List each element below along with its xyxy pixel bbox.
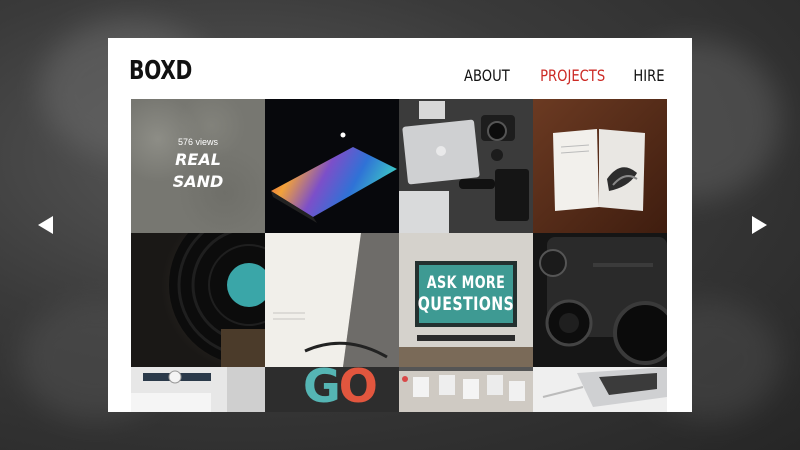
project-tile-macbook[interactable]	[533, 367, 667, 412]
project-tile-go-sign[interactable]: GO	[265, 367, 399, 412]
go-sign-text: GO	[303, 367, 378, 412]
project-tile-rainbow-laptop[interactable]	[265, 99, 399, 233]
pinboard-image	[399, 367, 533, 412]
site-logo[interactable]: BOXD	[129, 56, 192, 86]
poster-line-2: QUESTIONS	[417, 293, 515, 315]
project-tile-magazine[interactable]	[265, 233, 399, 367]
prev-arrow-icon[interactable]	[38, 216, 53, 234]
project-tile-desk-gear[interactable]	[399, 99, 533, 233]
view-count: 576 views	[177, 137, 219, 147]
project-tile-pinboard[interactable]	[399, 367, 533, 412]
project-title: SAND	[172, 172, 224, 191]
project-tile-open-book[interactable]	[533, 99, 667, 233]
macbook-image	[533, 367, 667, 412]
project-tile-ask-more-questions[interactable]: ASK MORE QUESTIONS	[399, 233, 533, 367]
camera-image	[533, 233, 667, 367]
site-window: BOXD ABOUT PROJECTS HIRE 576 views REAL …	[108, 38, 692, 412]
project-title: REAL	[175, 150, 221, 169]
laptop-image	[271, 132, 397, 223]
main-nav: ABOUT PROJECTS HIRE	[459, 66, 668, 85]
magazine-image	[265, 233, 399, 367]
go-letter-o: O	[338, 367, 378, 412]
nav-about[interactable]: ABOUT	[464, 66, 510, 85]
nav-hire[interactable]: HIRE	[633, 66, 664, 85]
poster-line-1: ASK MORE	[426, 273, 506, 293]
watch-image	[131, 367, 265, 412]
nav-projects[interactable]: PROJECTS	[540, 66, 605, 85]
project-tile-watch-keyboard[interactable]	[131, 367, 265, 412]
project-tile-camera[interactable]	[533, 233, 667, 367]
project-tile-real-sand[interactable]: 576 views REAL SAND	[131, 99, 265, 233]
vinyl-image	[169, 233, 265, 367]
desk-image	[399, 99, 533, 233]
project-grid: 576 views REAL SAND ASK MORE QUESTIONS G…	[131, 99, 667, 412]
next-arrow-icon[interactable]	[752, 216, 767, 234]
book-image	[553, 129, 645, 211]
go-letter-g: G	[303, 367, 341, 412]
project-tile-vinyl-record[interactable]	[131, 233, 265, 367]
